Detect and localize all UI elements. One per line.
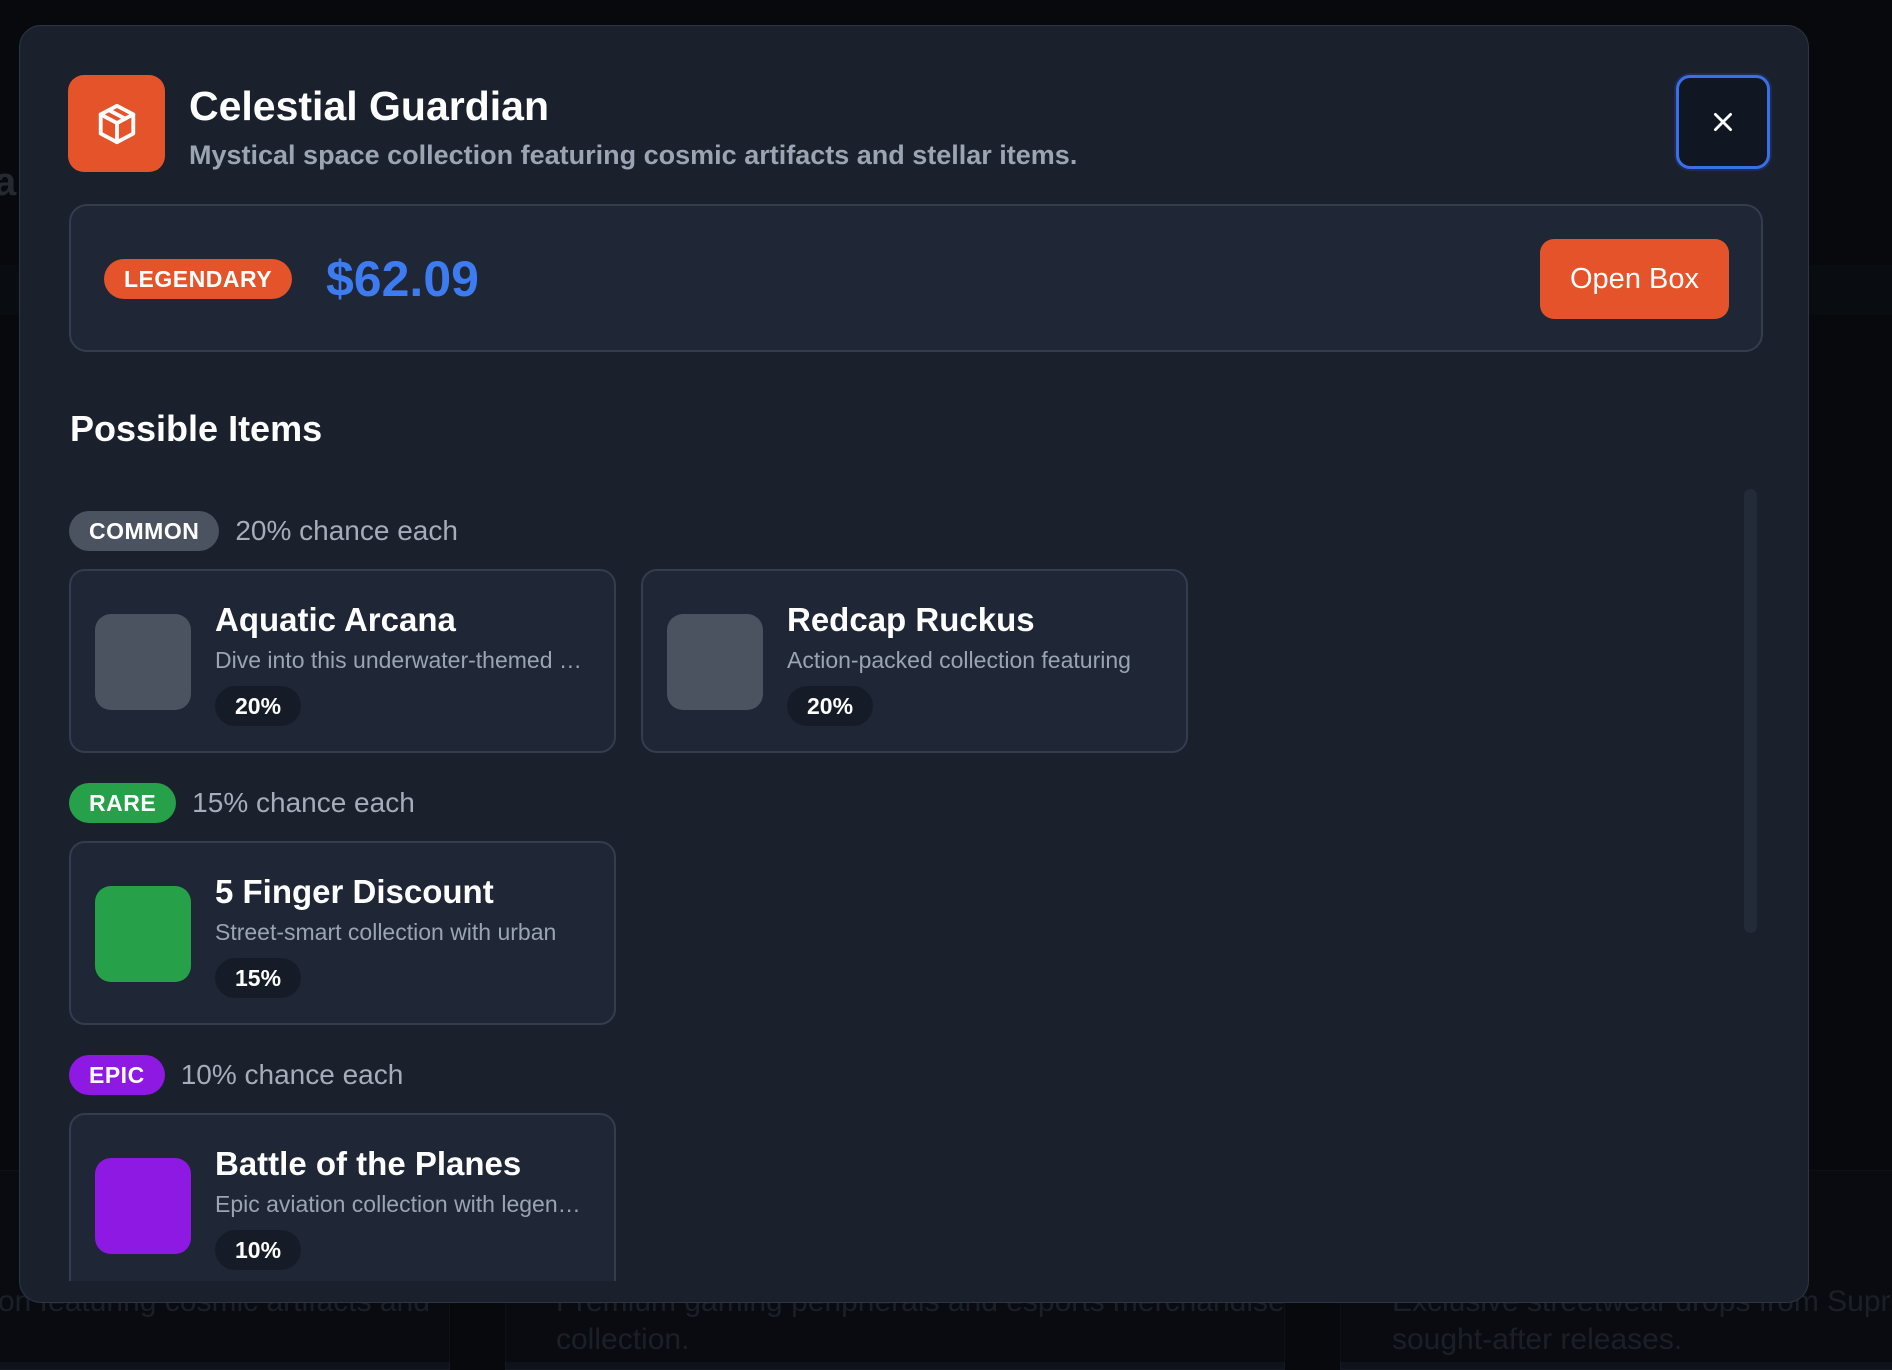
modal-subtitle: Mystical space collection featuring cosm…	[189, 140, 1077, 171]
open-box-button[interactable]: Open Box	[1540, 239, 1729, 319]
rarity-badge: LEGENDARY	[104, 259, 292, 299]
item-description: Epic aviation collection with legendary	[215, 1191, 585, 1218]
chance-text: 10% chance each	[181, 1059, 404, 1091]
item-card[interactable]: Battle of the Planes Epic aviation colle…	[69, 1113, 616, 1281]
item-description: Dive into this underwater-themed collect…	[215, 647, 585, 674]
rarity-badge-rare: RARE	[69, 783, 176, 823]
item-description: Street-smart collection with urban	[215, 919, 585, 946]
chance-text: 20% chance each	[235, 515, 458, 547]
item-name: Aquatic Arcana	[215, 601, 456, 639]
item-percent: 20%	[215, 686, 301, 726]
box-icon	[68, 75, 165, 172]
rarity-group-header: EPIC 10% chance each	[69, 1055, 403, 1095]
item-description: Action-packed collection featuring	[787, 647, 1157, 674]
price-card: LEGENDARY $62.09 Open Box	[69, 204, 1763, 352]
item-name: Battle of the Planes	[215, 1145, 521, 1183]
chance-text: 15% chance each	[192, 787, 415, 819]
item-thumbnail	[667, 614, 763, 710]
item-thumbnail	[95, 614, 191, 710]
item-percent: 10%	[215, 1230, 301, 1270]
rarity-badge-epic: EPIC	[69, 1055, 165, 1095]
close-button[interactable]	[1676, 75, 1770, 169]
item-card[interactable]: Redcap Ruckus Action-packed collection f…	[641, 569, 1188, 753]
item-card[interactable]: Aquatic Arcana Dive into this underwater…	[69, 569, 616, 753]
item-thumbnail	[95, 886, 191, 982]
modal-title: Celestial Guardian	[189, 83, 549, 130]
rarity-badge-common: COMMON	[69, 511, 219, 551]
section-title: Possible Items	[70, 408, 322, 450]
item-name: 5 Finger Discount	[215, 873, 494, 911]
box-price: $62.09	[326, 250, 479, 308]
rarity-group-header: COMMON 20% chance each	[69, 511, 458, 551]
rarity-group-header: RARE 15% chance each	[69, 783, 415, 823]
item-card[interactable]: 5 Finger Discount Street-smart collectio…	[69, 841, 616, 1025]
item-percent: 15%	[215, 958, 301, 998]
box-details-modal: × Celestial Guardian Mystical space coll…	[19, 25, 1809, 1303]
item-percent: 20%	[787, 686, 873, 726]
item-thumbnail	[95, 1158, 191, 1254]
close-icon	[1710, 109, 1736, 135]
item-name: Redcap Ruckus	[787, 601, 1035, 639]
modal-header: Celestial Guardian Mystical space collec…	[68, 75, 1768, 175]
possible-items-list[interactable]: COMMON 20% chance each Aquatic Arcana Di…	[69, 481, 1769, 1281]
